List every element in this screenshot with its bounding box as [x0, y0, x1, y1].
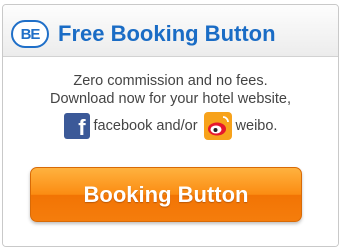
- facebook-icon[interactable]: f: [63, 113, 90, 139]
- facebook-label: facebook and/or: [93, 118, 198, 134]
- social-row: f facebook and/or weibo.: [3, 111, 338, 141]
- be-logo-icon: BE: [11, 20, 49, 48]
- widget-header: BE Free Booking Button: [3, 5, 338, 57]
- widget-body: Zero commission and no fees. Download no…: [3, 58, 338, 246]
- widget-title: Free Booking Button: [58, 21, 276, 46]
- weibo-icon[interactable]: [203, 112, 232, 140]
- booking-widget: BE Free Booking Button Zero commission a…: [2, 4, 339, 247]
- booking-button[interactable]: Booking Button: [30, 167, 302, 222]
- description-line-1: Zero commission and no fees.: [73, 73, 268, 89]
- description-line-2: Download now for your hotel website,: [50, 91, 291, 107]
- weibo-label: weibo.: [235, 118, 278, 134]
